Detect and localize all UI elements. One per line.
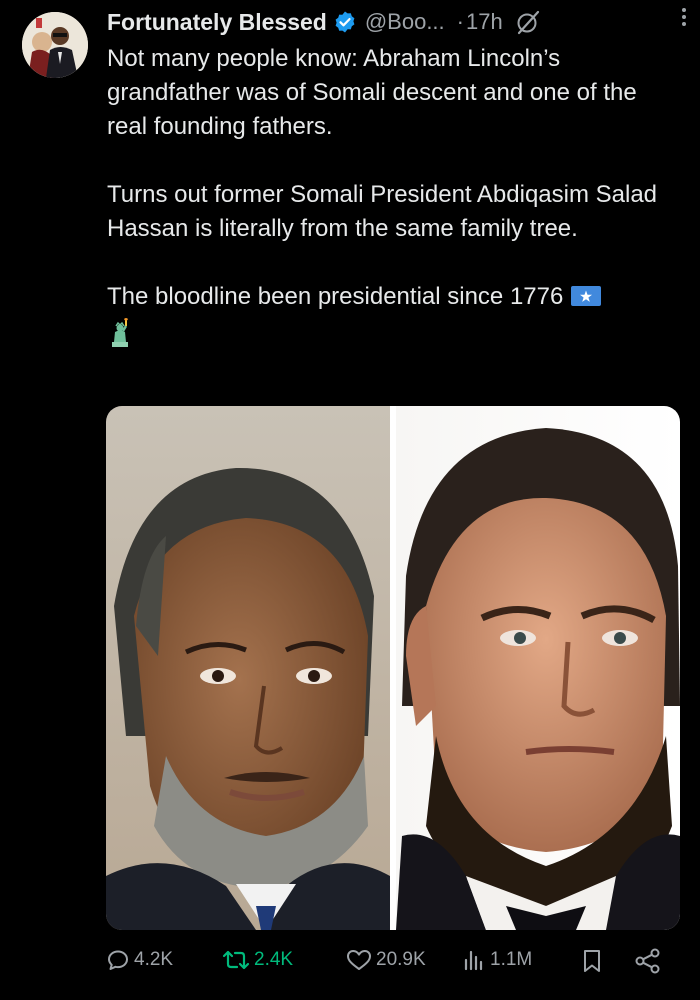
tweet-media-image[interactable] [106, 406, 680, 930]
tweet-timestamp[interactable]: 17h [466, 9, 503, 35]
tweet-paragraph-2: Turns out former Somali President Abdiqa… [107, 181, 658, 242]
statue-of-liberty-emoji [107, 318, 135, 358]
tweet-paragraph-3: The bloodline been presidential since 17… [107, 280, 682, 358]
share-icon [635, 948, 660, 974]
tweet-header: Fortunately Blessed @Boo... · 17h [107, 6, 682, 38]
share-button[interactable] [634, 948, 662, 974]
views-button[interactable]: 1.1M [462, 948, 532, 972]
reply-icon [108, 950, 128, 970]
media-image-graphic [106, 406, 680, 930]
like-count: 20.9K [376, 949, 426, 970]
views-chart-icon [464, 950, 483, 971]
reply-count: 4.2K [134, 949, 174, 970]
repost-button[interactable]: 2.4K [222, 948, 293, 972]
reply-button[interactable]: 4.2K [106, 948, 173, 972]
bookmark-button[interactable] [580, 948, 604, 974]
repost-icon [222, 950, 250, 970]
display-name[interactable]: Fortunately Blessed [107, 9, 327, 36]
tweet-text: Not many people know: Abraham Lincoln’s … [107, 42, 682, 358]
views-count: 1.1M [490, 949, 533, 970]
somalia-flag-emoji [570, 284, 602, 318]
portrait-left [106, 406, 390, 930]
heart-icon [347, 950, 371, 970]
bookmark-icon [584, 950, 600, 972]
header-separator: · [456, 9, 464, 34]
portrait-right [396, 406, 680, 930]
tweet-paragraph-1: Not many people know: Abraham Lincoln’s … [107, 45, 637, 140]
more-options-icon[interactable] [674, 4, 694, 30]
like-button[interactable]: 20.9K [346, 948, 426, 972]
tweet-actions: 4.2K 2.4K 20.9K 1.1M [106, 946, 680, 980]
avatar-photo [22, 12, 88, 78]
tweet-paragraph-3-text: The bloodline been presidential since 17… [107, 283, 564, 310]
grok-icon[interactable] [515, 9, 541, 35]
author-handle[interactable]: @Boo... [365, 9, 445, 35]
avatar[interactable] [22, 12, 88, 78]
verified-badge-icon[interactable] [333, 10, 357, 34]
repost-count: 2.4K [254, 949, 294, 970]
